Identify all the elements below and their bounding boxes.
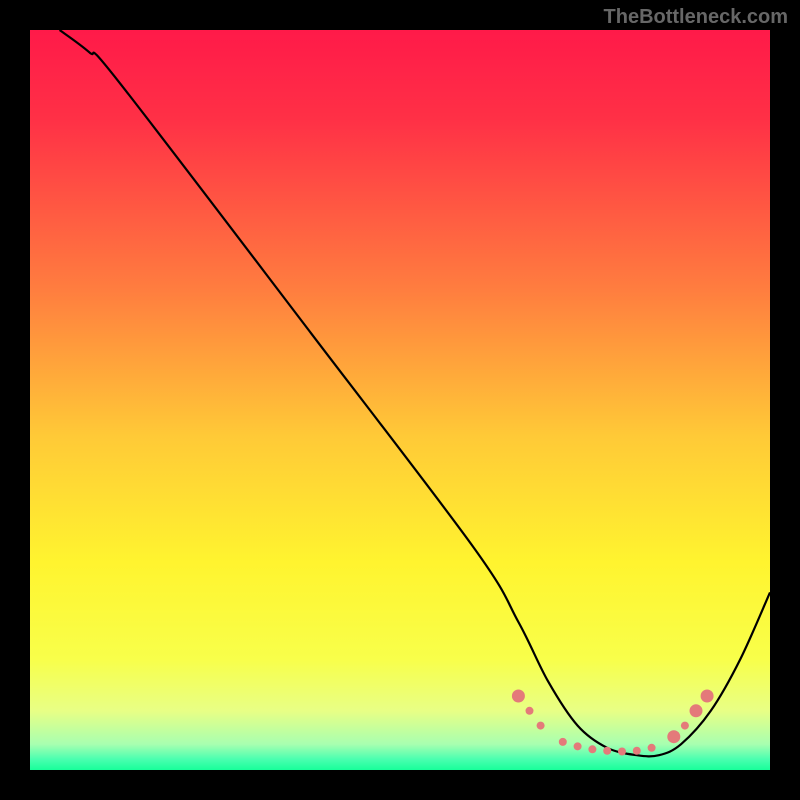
plot-area (30, 30, 770, 770)
marker-dot (701, 690, 714, 703)
marker-dot (618, 748, 626, 756)
chart-svg (30, 30, 770, 770)
marker-dot (537, 722, 545, 730)
watermark-text: TheBottleneck.com (604, 6, 788, 29)
marker-dot (667, 730, 680, 743)
gradient-background (30, 30, 770, 770)
marker-dot (690, 704, 703, 717)
marker-dot (512, 690, 525, 703)
marker-dot (603, 747, 611, 755)
marker-dot (526, 707, 534, 715)
chart-frame: TheBottleneck.com (0, 0, 800, 800)
marker-dot (681, 722, 689, 730)
marker-dot (648, 744, 656, 752)
marker-dot (633, 747, 641, 755)
marker-dot (588, 745, 596, 753)
marker-dot (559, 738, 567, 746)
marker-dot (574, 742, 582, 750)
